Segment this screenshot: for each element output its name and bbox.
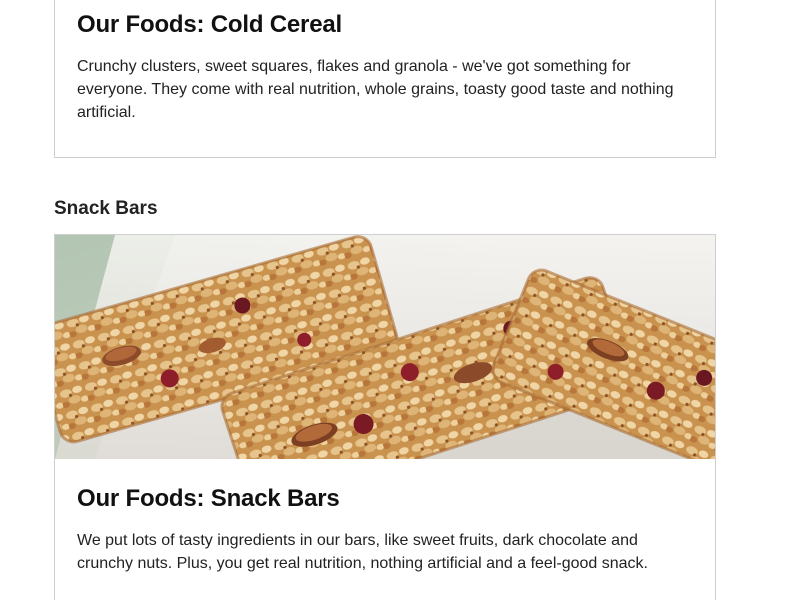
snack-bars-heading: Snack Bars: [54, 198, 158, 219]
snack-bars-image[interactable]: [55, 235, 715, 459]
cold-cereal-card[interactable]: Our Foods: Cold Cereal Crunchy clusters,…: [54, 0, 716, 158]
cold-cereal-title[interactable]: Our Foods: Cold Cereal: [77, 11, 342, 39]
cold-cereal-description: Crunchy clusters, sweet squares, flakes …: [77, 58, 674, 121]
snack-bars-title[interactable]: Our Foods: Snack Bars: [77, 485, 340, 513]
page: Our Foods: Cold Cereal Crunchy clusters,…: [0, 0, 800, 600]
snack-bars-card[interactable]: Our Foods: Snack Bars We put lots of tas…: [54, 234, 716, 600]
snack-bars-description: We put lots of tasty ingredients in our …: [77, 532, 648, 572]
granola-bars-illustration: [55, 235, 715, 459]
